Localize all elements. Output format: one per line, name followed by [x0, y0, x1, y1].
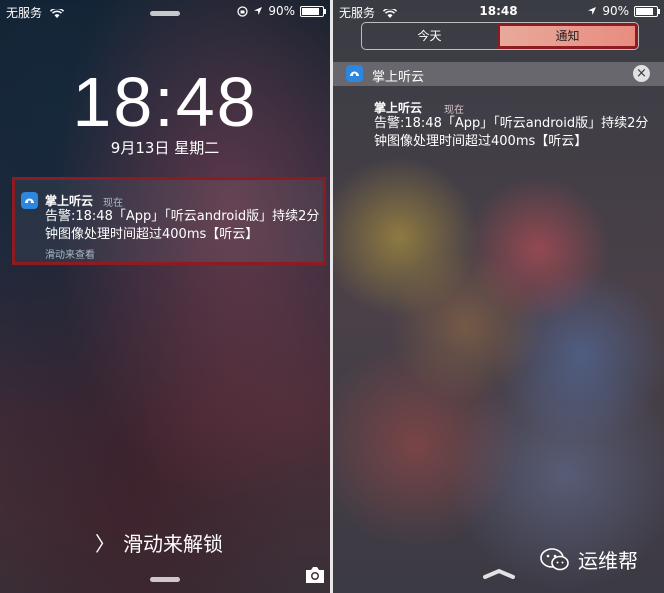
notification-center: 无服务 18:48 90% 今天 通知 掌上听云 × 掌上听云 现在 告警:18… [333, 0, 664, 593]
watermark-text: 运维帮 [578, 549, 638, 573]
battery-fill [636, 7, 654, 15]
bottom-grabber[interactable] [150, 577, 180, 582]
status-bar: 无服务 18:48 90% [333, 0, 664, 22]
chevron-up-icon[interactable] [482, 568, 516, 580]
app-group-name: 掌上听云 [372, 70, 425, 85]
lock-date: 9月13日 星期二 [110, 139, 220, 157]
battery-percent: 90% [602, 4, 629, 18]
top-grabber[interactable] [150, 11, 180, 16]
notification-hint: 滑动来查看 [45, 250, 95, 261]
tab-notifications[interactable]: 通知 [497, 23, 638, 49]
lock-screen: 无服务 90% 18:48 9月13日 星期二 掌上听云 现在 告警:18:48… [0, 0, 330, 593]
app-icon [21, 192, 38, 209]
notification-timestamp: 现在 [444, 105, 464, 116]
unlock-label: 滑动来解锁 [123, 532, 223, 556]
notification-timestamp: 现在 [103, 198, 123, 209]
battery-fill [302, 7, 320, 15]
view-switcher: 今天 通知 [361, 22, 639, 50]
carrier-label: 无服务 [6, 4, 64, 21]
location-icon [588, 7, 597, 15]
slide-to-unlock[interactable]: 〉滑动来解锁 [95, 528, 223, 557]
wechat-icon [540, 547, 569, 570]
notification-app-name: 掌上听云 [45, 194, 94, 208]
lock-clock: 18:48 [72, 63, 258, 141]
chevron-right-icon: 〉 [95, 532, 115, 556]
app-group-header: 掌上听云 × [333, 62, 664, 86]
rotation-lock-icon [237, 5, 248, 17]
notification-message: 告警:18:48「App」「听云android版」持续2分钟图像处理时间超过40… [45, 209, 320, 242]
battery-icon [634, 5, 660, 17]
tab-today[interactable]: 今天 [362, 23, 497, 49]
notification-app-name: 掌上听云 [374, 101, 423, 115]
battery-percent: 90% [268, 4, 295, 18]
app-icon [346, 65, 363, 82]
lock-notification[interactable]: 掌上听云 现在 告警:18:48「App」「听云android版」持续2分钟图像… [12, 177, 326, 265]
battery-icon [300, 5, 326, 17]
notification-message: 告警:18:48「App」「听云android版」持续2分钟图像处理时间超过40… [374, 116, 649, 149]
camera-icon[interactable] [304, 566, 326, 584]
location-icon [254, 7, 263, 15]
close-icon[interactable]: × [633, 65, 650, 82]
wifi-icon [49, 8, 64, 18]
watermark: 运维帮 [540, 545, 638, 574]
